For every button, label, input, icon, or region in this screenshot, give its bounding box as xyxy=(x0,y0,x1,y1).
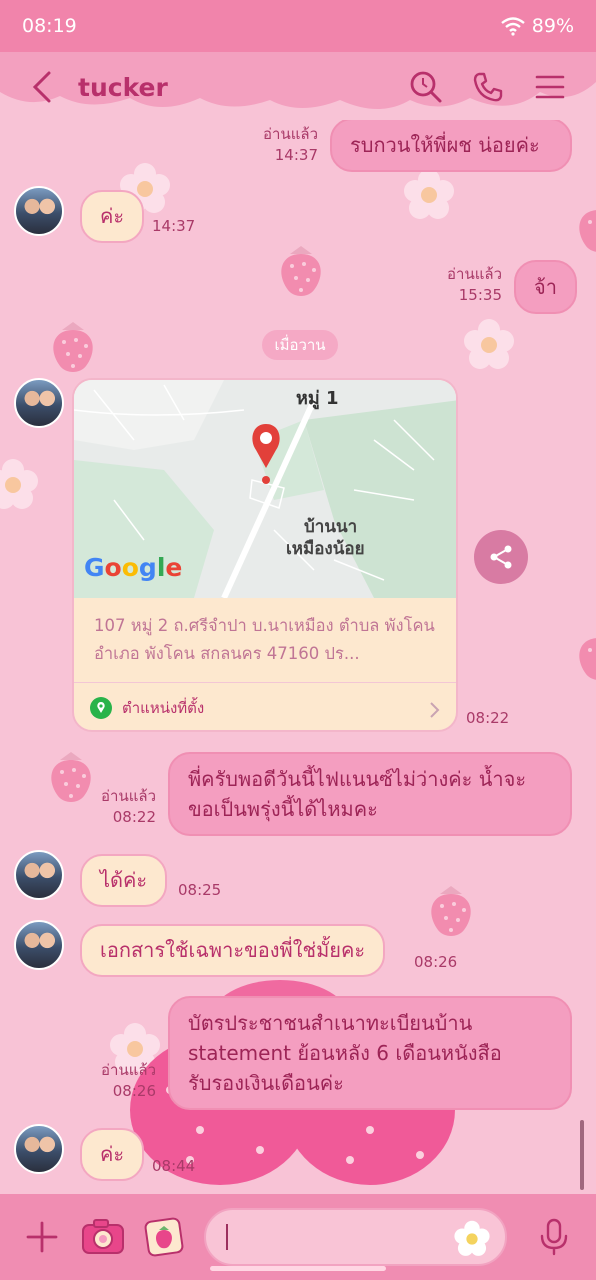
incoming-message[interactable]: เอกสารใช้เฉพาะของพี่ใช่มั้ยคะ xyxy=(80,924,386,977)
divider xyxy=(74,682,456,683)
message-text: รบกวนให้พี่ผช น่อยค่ะ xyxy=(350,133,540,157)
date-separator: เมื่อวาน xyxy=(262,330,338,360)
message-time: 08:26 xyxy=(414,953,458,971)
message-time: 08:22 xyxy=(112,808,156,826)
add-button[interactable] xyxy=(16,1210,69,1264)
share-button[interactable] xyxy=(474,530,528,584)
avatar[interactable] xyxy=(14,186,64,236)
status-bar: 08:19 89% xyxy=(0,0,596,52)
map-preview[interactable]: หมู่ 1 บ้านนา เหมืองน้อย Google xyxy=(74,380,458,598)
map-label: เหมืองน้อย xyxy=(286,538,365,559)
call-button[interactable] xyxy=(462,61,514,113)
map-brand: Google xyxy=(84,553,182,582)
message-text: ค่ะ xyxy=(100,1142,125,1166)
sticker-icon[interactable] xyxy=(453,1220,491,1258)
message-text: บัตรประชาชนสำเนาทะเบียนบ้าน xyxy=(188,1011,473,1035)
avatar[interactable] xyxy=(14,850,64,900)
message-text: ได้ค่ะ xyxy=(100,868,148,892)
message-meta: อ่านแล้ว 15:35 xyxy=(420,264,502,306)
back-button[interactable] xyxy=(20,65,64,109)
location-address: 107 หมู่ 2 ถ.ศรีจำปา บ.นาเหมือง ตำบล พัง… xyxy=(94,616,435,664)
message-text: จ้า xyxy=(534,275,557,299)
gallery-button[interactable] xyxy=(137,1210,190,1264)
avatar[interactable] xyxy=(14,1124,64,1174)
chevron-right-icon xyxy=(430,702,440,718)
wifi-icon xyxy=(501,17,525,36)
gallery-icon xyxy=(144,1217,184,1257)
chat-title[interactable]: tucker xyxy=(78,73,390,102)
read-status: อ่านแล้ว xyxy=(101,787,156,805)
back-icon xyxy=(32,71,51,103)
chat-header: tucker xyxy=(0,42,596,132)
phone-icon xyxy=(473,72,503,102)
plus-icon xyxy=(26,1221,58,1253)
message-time: 08:44 xyxy=(152,1157,196,1175)
message-text: statement ย้อนหลัง 6 เดือนหนังสือ xyxy=(188,1041,502,1065)
home-indicator[interactable] xyxy=(210,1266,386,1271)
menu-icon xyxy=(535,75,565,99)
location-footer-label: ตำแหน่งที่ตั้ง xyxy=(122,699,205,717)
camera-icon xyxy=(82,1219,125,1254)
avatar[interactable] xyxy=(14,920,64,970)
chat-messages[interactable]: รบกวนให้พี่ผช น่อยค่ะ อ่านแล้ว 14:37 ค่ะ… xyxy=(0,120,596,1192)
location-pin-icon xyxy=(90,697,112,719)
message-time: 14:37 xyxy=(274,146,318,164)
search-button[interactable] xyxy=(400,61,452,113)
outgoing-message[interactable]: พี่ครับพอดีวันนี้ไฟแนนซ์ไม่ว่างค่ะ น้ำจะ… xyxy=(168,752,572,836)
battery-level: 89% xyxy=(531,15,574,37)
outgoing-message[interactable]: บัตรประชาชนสำเนาทะเบียนบ้าน statement ย้… xyxy=(168,996,572,1110)
voice-button[interactable] xyxy=(527,1210,580,1264)
read-status: อ่านแล้ว xyxy=(101,1061,156,1079)
message-time: 08:25 xyxy=(178,881,222,899)
share-icon xyxy=(490,545,512,569)
text-caret xyxy=(226,1224,229,1250)
camera-button[interactable] xyxy=(77,1210,130,1264)
read-status: อ่านแล้ว xyxy=(447,265,502,283)
menu-button[interactable] xyxy=(524,61,576,113)
location-card[interactable]: หมู่ 1 บ้านนา เหมืองน้อย Google 107 หมู่… xyxy=(72,378,458,732)
message-text: ขอเป็นพรุ่งนี้ได้ไหมคะ xyxy=(188,797,378,821)
message-text: เอกสารใช้เฉพาะของพี่ใช่มั้ยคะ xyxy=(100,938,366,962)
message-time: 15:35 xyxy=(458,286,502,304)
message-text: รับรองเงินเดือนค่ะ xyxy=(188,1071,344,1095)
message-time: 08:22 xyxy=(466,709,510,727)
scrollbar[interactable] xyxy=(580,1120,584,1190)
incoming-message[interactable]: ค่ะ xyxy=(80,1128,145,1181)
message-time: 14:37 xyxy=(152,217,196,235)
map-label: บ้านนา xyxy=(304,517,357,537)
incoming-message[interactable]: ได้ค่ะ xyxy=(80,854,168,907)
mic-icon xyxy=(540,1218,567,1256)
avatar[interactable] xyxy=(14,378,64,428)
incoming-message[interactable]: ค่ะ xyxy=(80,190,145,243)
outgoing-message[interactable]: จ้า xyxy=(514,260,577,314)
message-meta: อ่านแล้ว 08:22 xyxy=(74,786,156,828)
message-time: 08:26 xyxy=(112,1082,156,1100)
message-input[interactable] xyxy=(204,1208,508,1266)
status-time: 08:19 xyxy=(22,15,77,37)
message-meta: อ่านแล้ว 08:26 xyxy=(74,1060,156,1102)
map-label: หมู่ 1 xyxy=(296,388,339,410)
search-icon xyxy=(410,71,442,103)
message-text: พี่ครับพอดีวันนี้ไฟแนนซ์ไม่ว่างค่ะ น้ำจะ xyxy=(188,767,527,791)
message-text: ค่ะ xyxy=(100,204,125,228)
location-footer[interactable]: ตำแหน่งที่ตั้ง xyxy=(90,696,204,720)
